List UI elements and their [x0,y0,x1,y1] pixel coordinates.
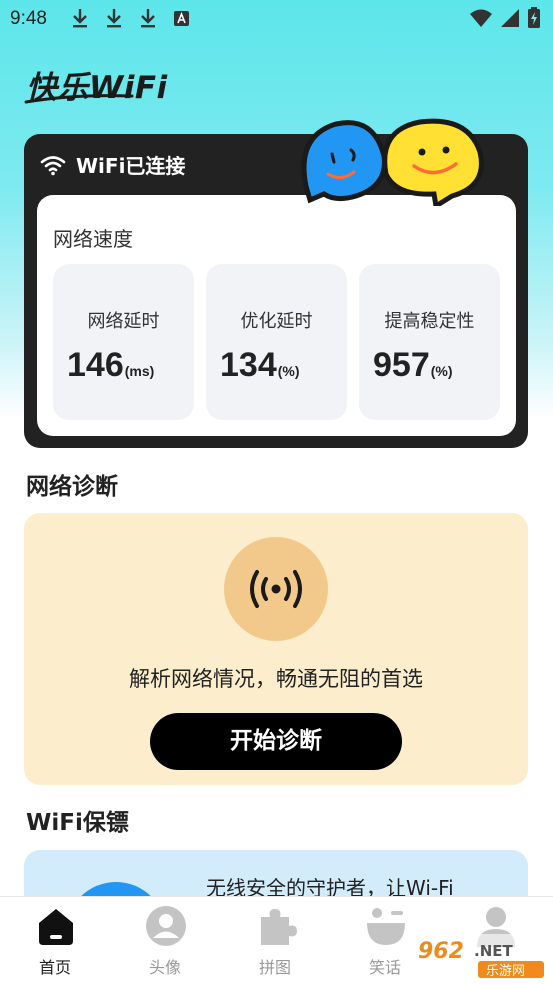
speed-panel: 网络速度 网络延时 146 (ms) 优化延时 134 (%) 提高稳定性 95… [37,195,516,436]
nav-item-avatar[interactable]: 头像 [110,897,220,984]
stat-value: 957 [373,346,430,384]
diagnose-card: 解析网络情况，畅通无阻的首选 开始诊断 [24,513,528,785]
guard-section-title: WiFi保镖 [26,810,129,836]
nav-label: 首页 [38,958,71,977]
logo-swoosh-icon [24,94,134,104]
status-bar: 9:48 [0,0,553,36]
nav-label: 拼图 [258,958,291,977]
stat-optimized-latency: 优化延时 134 (%) [206,264,347,420]
stat-label: 网络延时 [87,311,160,332]
stat-unit: (ms) [124,363,155,379]
stat-value-row: 134 (%) [220,346,300,385]
wifi-title-row: WiFi已连接 [40,150,185,179]
diagnose-section-title: 网络诊断 [26,474,118,500]
status-time: 9:48 [10,8,47,29]
wifi-status-title: WiFi已连接 [76,154,186,178]
download-icon [107,9,121,28]
nav-label: 头像 [148,958,181,977]
laugh-icon [367,908,405,945]
signal-broadcast-icon [250,570,302,608]
font-icon [174,11,189,26]
avatar-icon [146,906,186,946]
stat-value-row: 957 (%) [373,346,453,385]
stat-latency: 网络延时 146 (ms) [53,264,194,420]
home-icon [39,909,73,945]
download-icon [141,9,155,28]
stat-label: 优化延时 [240,311,313,332]
diagnose-icon-circle [224,537,328,641]
wifi-icon [40,155,66,175]
stat-value: 134 [220,346,277,384]
start-diagnose-button[interactable]: 开始诊断 [150,713,402,770]
download-icon [73,9,87,28]
mascots-icon [301,118,484,206]
stat-label: 提高稳定性 [384,311,475,332]
status-right [469,7,541,29]
svg-text:962: 962 [418,939,464,964]
cell-signal-icon [501,9,519,27]
svg-text:.NET: .NET [474,942,513,960]
stat-value: 146 [67,346,124,384]
svg-text:乐游网: 乐游网 [486,964,525,979]
speed-title: 网络速度 [53,227,133,251]
watermark-logo: 962 .NET 乐游网 [412,934,548,980]
puzzle-icon [261,909,297,945]
stat-stability: 提高稳定性 957 (%) [359,264,500,420]
stat-value-row: 146 (ms) [67,346,154,385]
stat-unit: (%) [277,363,300,379]
nav-item-home[interactable]: 首页 [0,897,110,984]
battery-icon [528,7,540,28]
stat-unit: (%) [430,363,453,379]
diagnose-description: 解析网络情况，畅通无阻的首选 [129,667,423,691]
wifi-signal-icon [470,9,492,27]
nav-item-puzzle[interactable]: 拼图 [220,897,330,984]
